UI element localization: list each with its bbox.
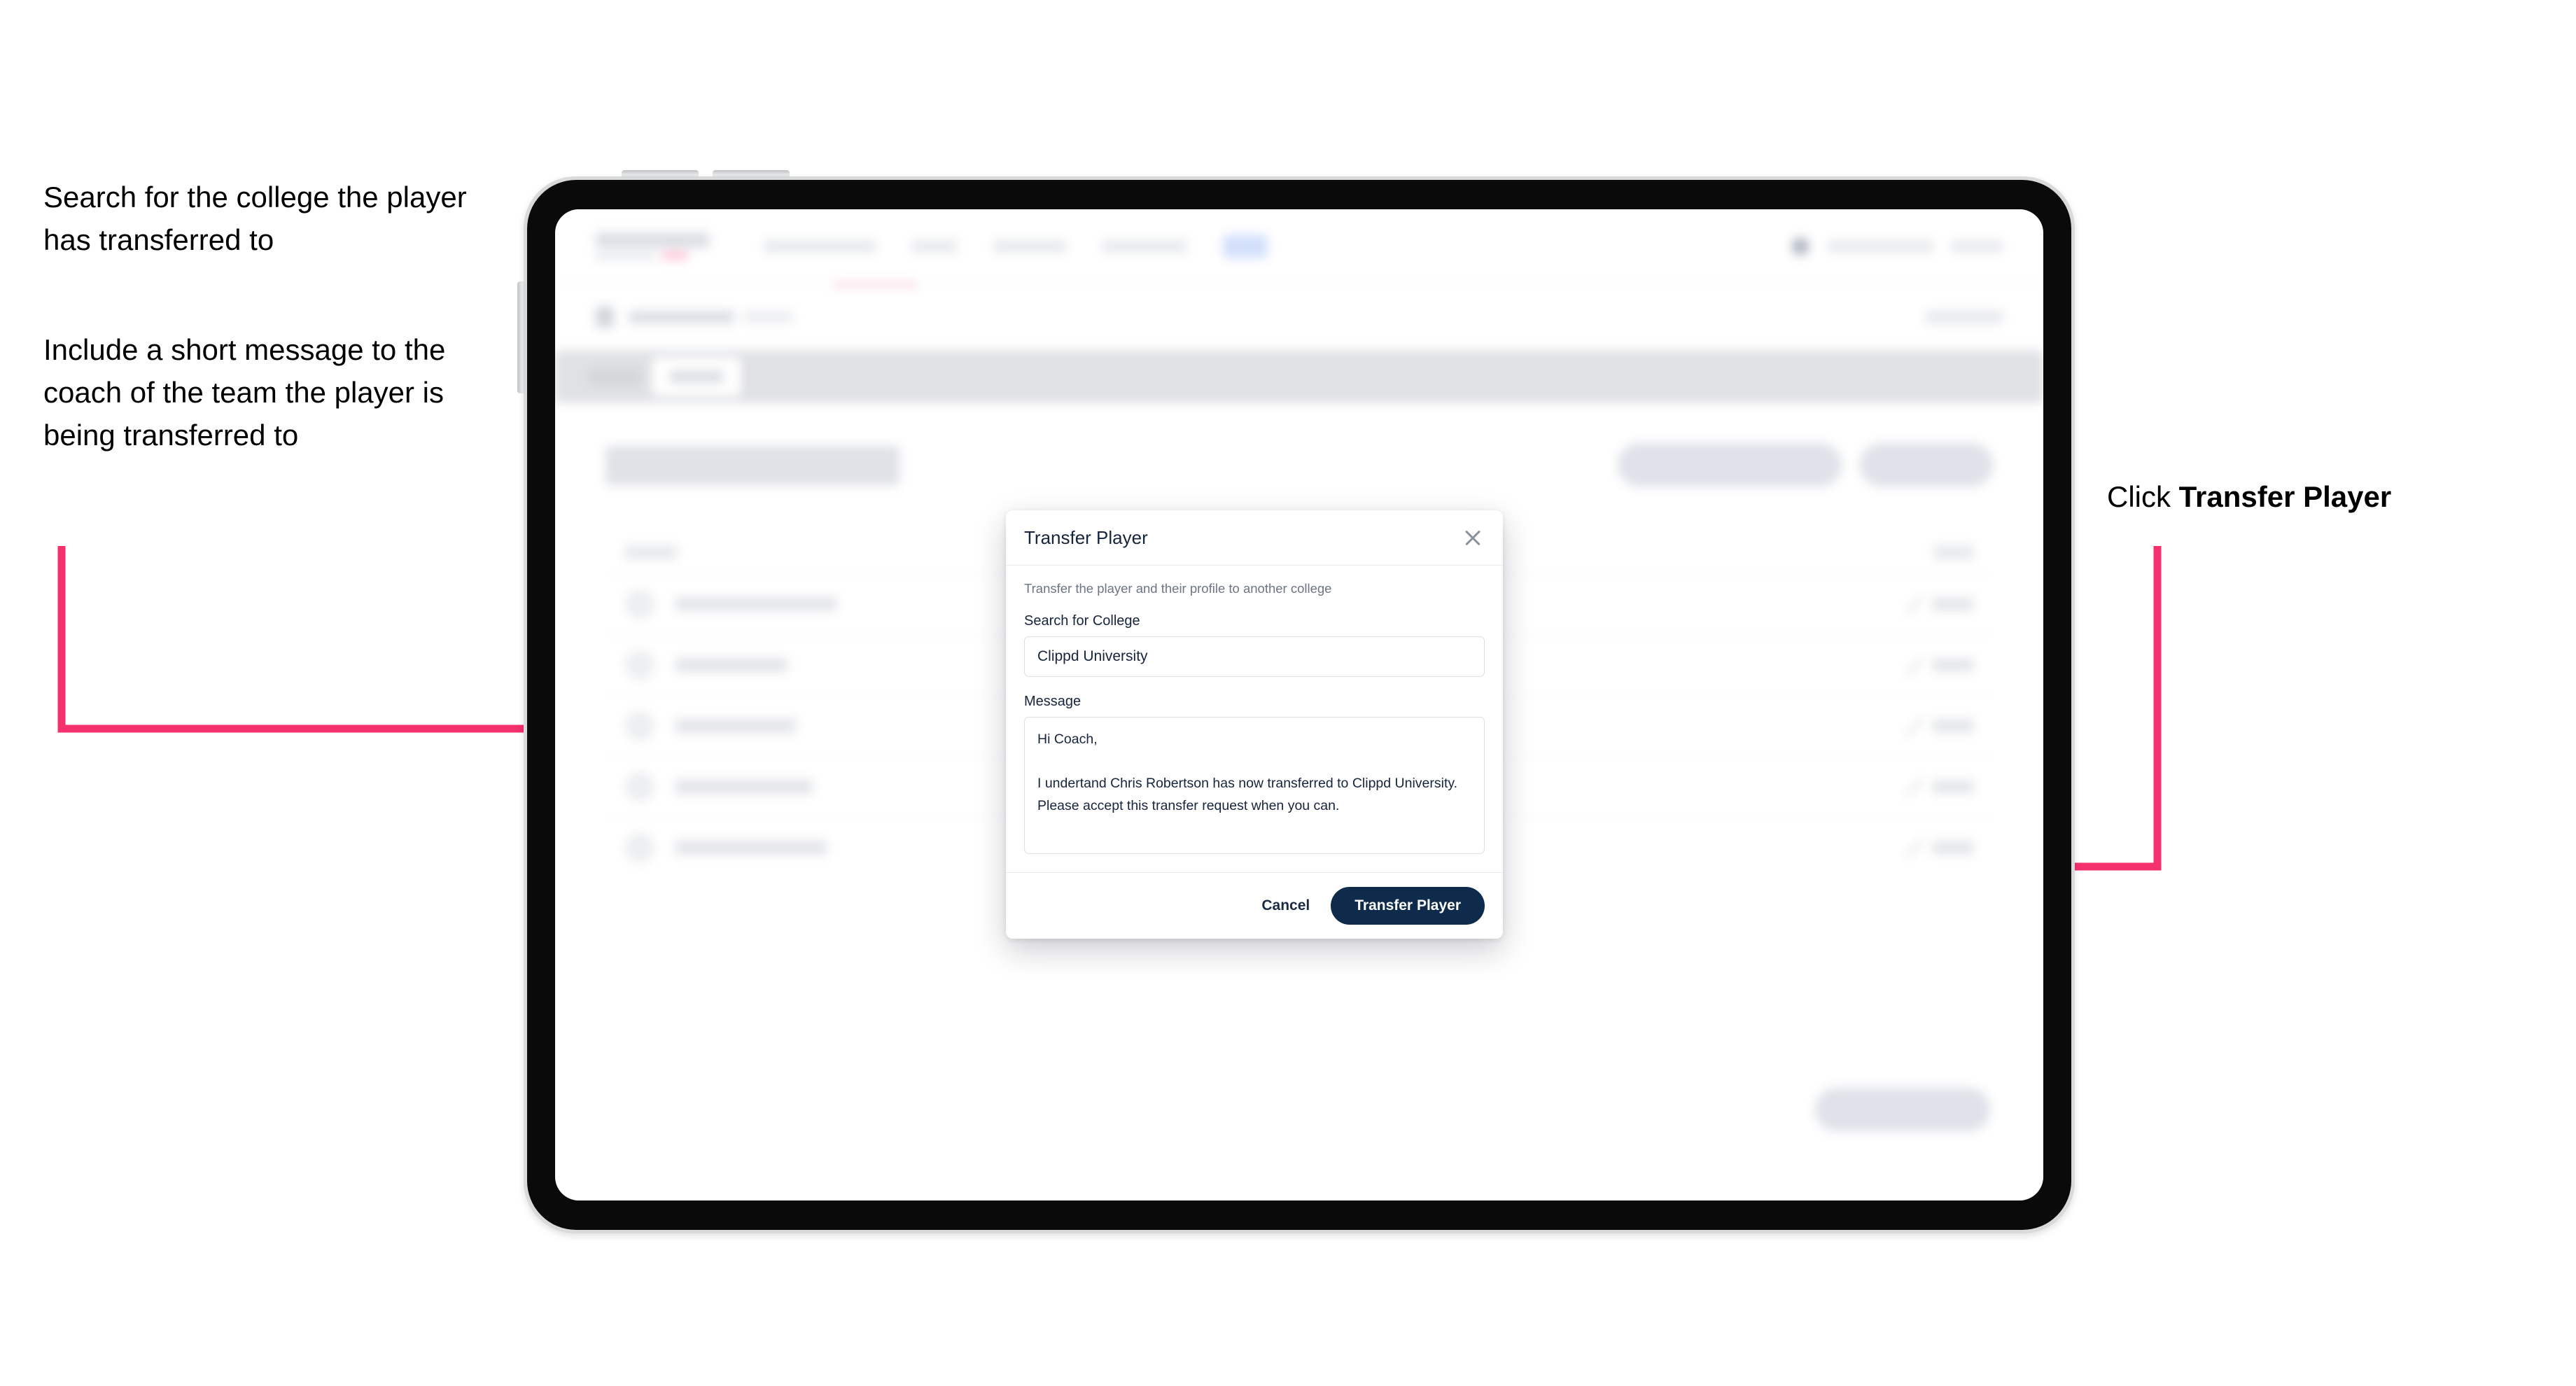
player-name: [676, 597, 836, 611]
pencil-icon[interactable]: [1905, 595, 1923, 613]
breadcrumb-icon: [596, 306, 614, 328]
search-college-input[interactable]: Clippd University: [1024, 636, 1485, 677]
nav-item-1[interactable]: [764, 239, 876, 253]
message-label: Message: [1024, 694, 1082, 709]
column-header-edit: [1934, 545, 1973, 559]
sign-out-link[interactable]: [1951, 240, 2003, 252]
nav-item-2[interactable]: [912, 239, 957, 253]
pencil-icon[interactable]: [1905, 656, 1923, 674]
app-breadcrumb-bar: [555, 284, 2043, 351]
close-icon[interactable]: [1461, 526, 1485, 550]
save-roster-button[interactable]: [1815, 1088, 1990, 1131]
transfer-player-button[interactable]: Transfer Player: [1331, 887, 1485, 925]
edit-link[interactable]: [1933, 780, 1973, 793]
modal-description: Transfer the player and their profile to…: [1024, 581, 1332, 596]
volume-down-button[interactable]: [713, 170, 790, 178]
page-title-update-roster: [606, 446, 899, 485]
avatar: [625, 833, 654, 862]
logo-tagline: [596, 251, 656, 260]
pencil-icon[interactable]: [1905, 717, 1923, 735]
screenshot-root: Search for the college the player has tr…: [0, 0, 2576, 1386]
message-textarea[interactable]: Hi Coach, I undertand Chris Robertson ha…: [1024, 717, 1485, 854]
modal-footer: Cancel Transfer Player: [1006, 872, 1503, 939]
tablet-device-frame: Transfer Player Transfer the player and …: [517, 170, 2075, 1233]
breadcrumb-secondary: [744, 311, 793, 323]
avatar: [625, 772, 654, 802]
edit-link[interactable]: [1933, 720, 1973, 732]
page-header-actions: [1618, 443, 1993, 486]
search-college-label: Search for College: [1024, 613, 1140, 629]
nav-items: [764, 234, 1268, 258]
breadcrumb-primary[interactable]: [629, 310, 734, 323]
edit-link[interactable]: [1933, 659, 1973, 671]
transfer-player-modal: Transfer Player Transfer the player and …: [1006, 510, 1503, 939]
pencil-icon[interactable]: [1905, 839, 1923, 857]
avatar[interactable]: [1791, 237, 1809, 255]
tablet-screen: Transfer Player Transfer the player and …: [555, 209, 2043, 1200]
player-name: [676, 841, 827, 855]
breadcrumb-action[interactable]: [1926, 310, 2003, 323]
app-tab-bar: [555, 351, 2043, 402]
power-button[interactable]: [517, 281, 525, 393]
add-player-button[interactable]: [1860, 443, 1993, 486]
annotation-click-prefix: Click: [2107, 480, 2179, 513]
pencil-icon[interactable]: [1905, 778, 1923, 796]
column-header-name: [625, 545, 677, 559]
request-roster-update-button[interactable]: [1618, 443, 1842, 486]
modal-header: Transfer Player: [1006, 510, 1503, 566]
player-name: [676, 780, 813, 794]
nav-active-underline: [834, 282, 918, 287]
annotation-click-bold: Transfer Player: [2178, 480, 2392, 513]
modal-title: Transfer Player: [1024, 526, 1148, 548]
player-name: [676, 719, 796, 733]
logo-badge: [662, 251, 688, 260]
app-logo[interactable]: [596, 232, 709, 260]
annotation-search-college: Search for the college the player has tr…: [43, 181, 467, 256]
nav-item-active[interactable]: [1223, 234, 1268, 258]
tab-inactive[interactable]: [589, 369, 642, 384]
edit-link[interactable]: [1933, 841, 1973, 854]
app-top-navigation: [555, 209, 2043, 287]
modal-body: Transfer the player and their profile to…: [1006, 566, 1503, 872]
tab-roster[interactable]: [652, 357, 741, 396]
tablet-bezel: Transfer Player Transfer the player and …: [527, 180, 2071, 1230]
edit-link[interactable]: [1933, 598, 1973, 610]
avatar: [625, 711, 654, 741]
annotation-click-transfer: Click Transfer Player: [2107, 476, 2541, 519]
volume-up-button[interactable]: [622, 170, 699, 178]
nav-item-4[interactable]: [1102, 239, 1186, 253]
cancel-button[interactable]: Cancel: [1257, 892, 1314, 920]
footer-actions: [606, 1088, 1993, 1131]
player-name: [676, 658, 788, 672]
logo-wordmark: [596, 232, 709, 248]
user-email-label: [1828, 240, 1933, 252]
top-bar-right: [1791, 237, 2003, 255]
avatar: [625, 650, 654, 680]
avatar: [625, 589, 654, 619]
annotation-include-message: Include a short message to the coach of …: [43, 333, 446, 451]
nav-item-3[interactable]: [993, 239, 1066, 253]
